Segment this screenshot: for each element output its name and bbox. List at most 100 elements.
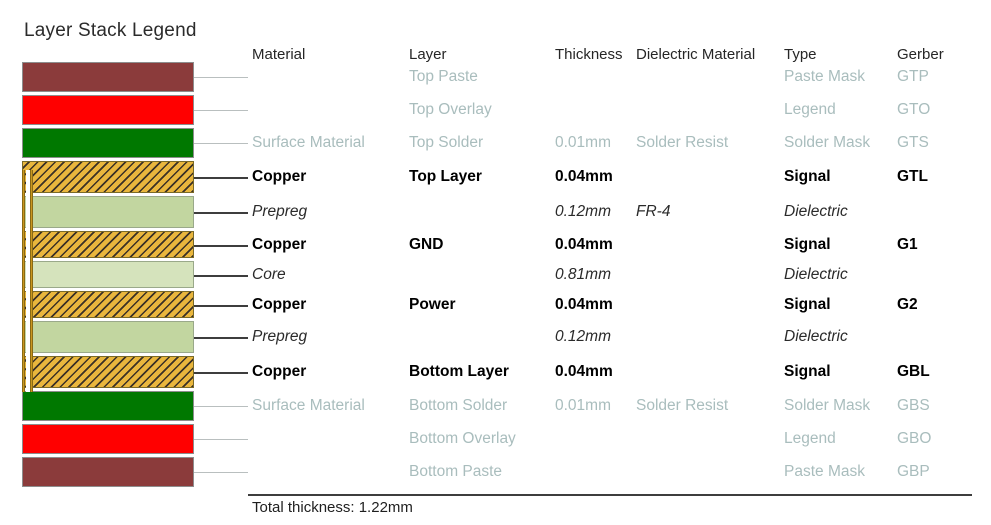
cell-type: Legend	[784, 101, 836, 118]
cell-gerber: G1	[897, 236, 918, 253]
table-row[interactable]: Top Overlay Legend GTO	[252, 99, 972, 121]
table-row[interactable]: Prepreg 0.12mm Dielectric	[252, 326, 972, 348]
layer-swatch-bottom-overlay[interactable]	[22, 424, 194, 454]
header-thickness: Thickness	[555, 46, 623, 63]
cell-material: Prepreg	[252, 328, 308, 345]
cell-gerber: GBS	[897, 397, 930, 414]
footer-divider	[248, 494, 972, 496]
cell-layer: Bottom Solder	[409, 397, 508, 414]
table-row[interactable]: Surface Material Bottom Solder 0.01mm Solde…	[252, 395, 972, 417]
cell-gerber: GTS	[897, 134, 929, 151]
layer-swatch-power[interactable]	[22, 291, 194, 318]
layer-swatch-bottom-layer[interactable]	[22, 356, 194, 388]
cell-thickness: 0.12mm	[555, 203, 611, 220]
cell-material: Prepreg	[252, 203, 308, 220]
cell-layer: Top Overlay	[409, 101, 492, 118]
leader-line	[194, 372, 248, 374]
table-row[interactable]: Copper GND 0.04mm Signal G1	[252, 234, 972, 256]
table-row[interactable]: Core 0.81mm Dielectric	[252, 264, 972, 286]
cell-material: Copper	[252, 168, 307, 185]
cell-material: Surface Material	[252, 397, 365, 414]
table-row[interactable]: Copper Top Layer 0.04mm Signal GTL	[252, 166, 972, 188]
layer-swatch-gnd[interactable]	[22, 231, 194, 258]
cell-gerber: GBP	[897, 463, 930, 480]
layer-swatch-top-overlay[interactable]	[22, 95, 194, 125]
layer-swatch-bottom-solder[interactable]	[22, 391, 194, 421]
table-row[interactable]: Bottom Overlay Legend GBO	[252, 428, 972, 450]
leader-line	[194, 337, 248, 339]
cell-dielectric-material: FR-4	[636, 203, 671, 220]
cell-thickness: 0.01mm	[555, 397, 611, 414]
cell-material: Copper	[252, 236, 307, 253]
header-type: Type	[784, 46, 817, 63]
cell-dielectric-material: Solder Resist	[636, 134, 729, 151]
total-thickness-label: Total thickness: 1.22mm	[252, 499, 413, 516]
cell-gerber: GBO	[897, 430, 932, 447]
cell-thickness: 0.81mm	[555, 266, 611, 283]
cell-layer: Top Layer	[409, 168, 482, 185]
page-title: Layer Stack Legend	[24, 20, 197, 41]
layer-swatch-top-layer[interactable]	[22, 161, 194, 193]
cell-gerber: G2	[897, 296, 918, 313]
cell-type: Legend	[784, 430, 836, 447]
table-row[interactable]: Surface Material Top Solder 0.01mm Solder R…	[252, 132, 972, 154]
layer-swatch-top-solder[interactable]	[22, 128, 194, 158]
cell-thickness: 0.12mm	[555, 328, 611, 345]
table-row[interactable]: Copper Power 0.04mm Signal G2	[252, 294, 972, 316]
cell-gerber: GTO	[897, 101, 931, 118]
layer-swatch-bottom-paste[interactable]	[22, 457, 194, 487]
table-row[interactable]: Bottom Paste Paste Mask GBP	[252, 461, 972, 483]
header-layer: Layer	[409, 46, 447, 63]
table-row[interactable]: Copper Bottom Layer 0.04mm Signal GBL	[252, 361, 972, 383]
cell-type: Signal	[784, 236, 831, 253]
header-gerber: Gerber	[897, 46, 944, 63]
cell-type: Dielectric	[784, 328, 848, 345]
cell-type: Signal	[784, 168, 831, 185]
layer-swatch-prepreg[interactable]	[22, 196, 194, 228]
cell-layer: Power	[409, 296, 456, 313]
header-material: Material	[252, 46, 306, 63]
cell-thickness: 0.04mm	[555, 236, 613, 253]
leader-line	[194, 275, 248, 277]
table-header-row: Material Layer Thickness Dielectric Mate…	[252, 44, 972, 66]
cell-type: Dielectric	[784, 203, 848, 220]
cell-thickness: 0.04mm	[555, 363, 613, 380]
table-row[interactable]: Prepreg 0.12mm FR-4 Dielectric	[252, 201, 972, 223]
cell-gerber: GBL	[897, 363, 930, 380]
cell-material: Copper	[252, 363, 307, 380]
cell-gerber: GTL	[897, 168, 928, 185]
cell-layer: Bottom Paste	[409, 463, 503, 480]
leader-line	[194, 143, 248, 144]
cell-material: Copper	[252, 296, 307, 313]
cell-layer: Top Solder	[409, 134, 484, 151]
cell-layer: GND	[409, 236, 444, 253]
cell-type: Solder Mask	[784, 397, 871, 414]
cell-thickness: 0.04mm	[555, 296, 613, 313]
cell-type: Paste Mask	[784, 463, 865, 480]
leader-line	[194, 406, 248, 407]
cell-layer: Bottom Overlay	[409, 430, 516, 447]
cell-layer: Bottom Layer	[409, 363, 509, 380]
cell-material: Core	[252, 266, 286, 283]
table-row[interactable]: Top Paste Paste Mask GTP	[252, 66, 972, 88]
leader-line	[194, 305, 248, 307]
cell-dielectric-material: Solder Resist	[636, 397, 729, 414]
layer-swatch-prepreg[interactable]	[22, 321, 194, 353]
cell-layer: Top Paste	[409, 68, 478, 85]
leader-line	[194, 212, 248, 214]
leader-line	[194, 77, 248, 78]
leader-line	[194, 472, 248, 473]
layer-swatch-top-paste[interactable]	[22, 62, 194, 92]
cell-type: Signal	[784, 296, 831, 313]
layer-stack-graphic	[22, 62, 194, 492]
cell-type: Dielectric	[784, 266, 848, 283]
cell-type: Solder Mask	[784, 134, 871, 151]
header-dielectric-material: Dielectric Material	[636, 46, 756, 63]
cell-gerber: GTP	[897, 68, 929, 85]
cell-type: Signal	[784, 363, 831, 380]
leader-line	[194, 110, 248, 111]
layer-swatch-core[interactable]	[22, 261, 194, 288]
cell-material: Surface Material	[252, 134, 365, 151]
leader-line	[194, 245, 248, 247]
cell-thickness: 0.01mm	[555, 134, 611, 151]
